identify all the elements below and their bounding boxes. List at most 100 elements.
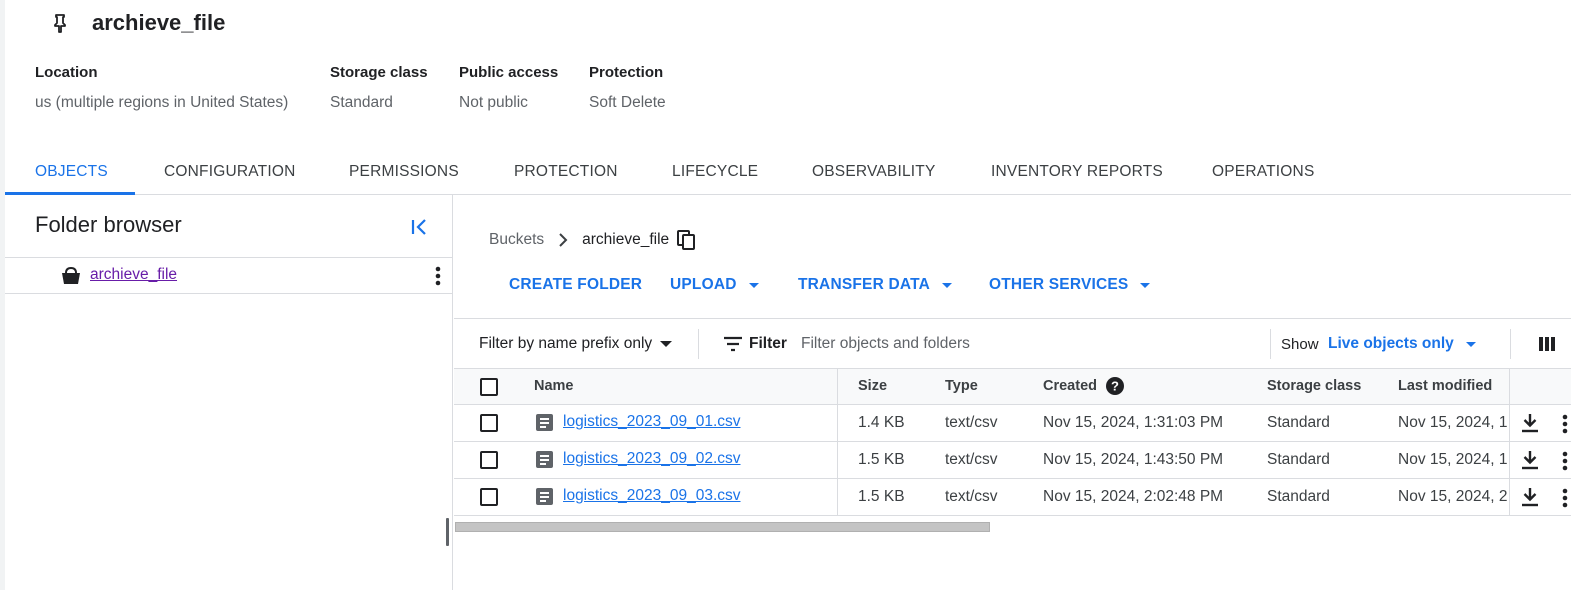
download-icon[interactable]: [1521, 450, 1539, 470]
more-vert-icon[interactable]: [1559, 487, 1571, 509]
object-size: 1.5 KB: [858, 451, 905, 468]
breadcrumb-buckets-link[interactable]: Buckets: [489, 231, 544, 249]
objects-main-panel: Buckets archieve_file CREATE FOLDER UPLO…: [454, 195, 1571, 590]
col-header-type[interactable]: Type: [945, 378, 978, 394]
transfer-data-label: TRANSFER DATA: [798, 276, 931, 293]
bucket-icon: [61, 266, 81, 286]
chevron-down-icon: [660, 341, 673, 347]
object-storage-class: Standard: [1267, 488, 1330, 505]
col-header-created[interactable]: Created: [1043, 378, 1097, 394]
chevron-right-icon: [556, 232, 570, 248]
object-created: Nov 15, 2024, 1:43:50 PM: [1043, 451, 1224, 468]
pin-icon[interactable]: [50, 11, 70, 35]
file-icon: [536, 414, 553, 431]
meta-protection: Protection Soft Delete: [589, 64, 666, 112]
column-divider: [837, 479, 838, 516]
column-display-icon[interactable]: [1538, 335, 1556, 353]
object-name-link[interactable]: logistics_2023_09_02.csv: [563, 450, 741, 468]
meta-location-label: Location: [35, 64, 98, 81]
row-checkbox[interactable]: [480, 488, 498, 506]
other-services-label: OTHER SERVICES: [989, 276, 1129, 293]
folder-browser-panel: Folder browser archieve_file: [5, 195, 453, 590]
copy-icon[interactable]: [677, 230, 696, 250]
table-row: logistics_2023_09_03.csv 1.5 KB text/csv…: [454, 479, 1571, 516]
column-divider[interactable]: [837, 369, 838, 406]
filter-mode-dropdown[interactable]: Filter by name prefix only: [479, 335, 673, 353]
meta-protection-label: Protection: [589, 64, 664, 81]
row-checkbox[interactable]: [480, 414, 498, 432]
object-name-link[interactable]: logistics_2023_09_01.csv: [563, 413, 741, 431]
panel-resize-handle[interactable]: [446, 518, 449, 546]
help-icon[interactable]: ?: [1106, 377, 1124, 395]
more-vert-icon[interactable]: [1559, 450, 1571, 472]
page-title: archieve_file: [92, 10, 226, 35]
col-header-size[interactable]: Size: [858, 378, 887, 394]
svg-text:?: ?: [1111, 379, 1119, 394]
upload-label: UPLOAD: [670, 276, 737, 293]
object-name-link[interactable]: logistics_2023_09_03.csv: [563, 487, 741, 505]
object-type: text/csv: [945, 451, 998, 468]
column-divider: [837, 442, 838, 479]
column-divider: [837, 405, 838, 442]
meta-storage-class-value: Standard: [330, 94, 393, 111]
tab-configuration[interactable]: CONFIGURATION: [164, 150, 295, 195]
transfer-data-button[interactable]: TRANSFER DATA: [798, 276, 953, 294]
tab-permissions[interactable]: PERMISSIONS: [349, 150, 459, 195]
file-icon: [536, 451, 553, 468]
col-header-storage-class[interactable]: Storage class: [1267, 378, 1361, 394]
tab-bar: OBJECTS CONFIGURATION PERMISSIONS PROTEC…: [5, 150, 1571, 195]
tab-protection[interactable]: PROTECTION: [514, 150, 618, 195]
tab-observability[interactable]: OBSERVABILITY: [812, 150, 936, 195]
meta-storage-class-label: Storage class: [330, 64, 428, 81]
table-row: logistics_2023_09_02.csv 1.5 KB text/csv…: [454, 442, 1571, 479]
divider: [1510, 329, 1511, 359]
title-row: archieve_file: [50, 8, 225, 38]
upload-button[interactable]: UPLOAD: [670, 276, 759, 294]
column-divider: [1509, 405, 1510, 442]
breadcrumb-current: archieve_file: [582, 231, 670, 248]
object-created: Nov 15, 2024, 1:31:03 PM: [1043, 414, 1224, 431]
tab-lifecycle[interactable]: LIFECYCLE: [672, 150, 758, 195]
file-icon: [536, 488, 553, 505]
object-size: 1.4 KB: [858, 414, 905, 431]
filter-icon: [723, 335, 743, 353]
row-checkbox[interactable]: [480, 451, 498, 469]
collapse-panel-icon[interactable]: [408, 215, 432, 239]
more-vert-icon[interactable]: [430, 265, 446, 287]
object-last-modified: Nov 15, 2024, 2: [1398, 488, 1508, 505]
filter-bar: Filter by name prefix only Filter Show L…: [454, 318, 1571, 368]
object-last-modified: Nov 15, 2024, 1: [1398, 414, 1508, 431]
tab-operations[interactable]: OPERATIONS: [1212, 150, 1314, 195]
create-folder-label: CREATE FOLDER: [509, 276, 643, 293]
show-objects-value: Live objects only: [1328, 335, 1454, 352]
tab-inventory-reports[interactable]: INVENTORY REPORTS: [991, 150, 1163, 195]
meta-storage-class: Storage class Standard: [330, 64, 428, 112]
filter-mode-label: Filter by name prefix only: [479, 335, 653, 352]
more-vert-icon[interactable]: [1559, 413, 1571, 435]
filter-label: Filter: [749, 335, 787, 352]
tab-objects[interactable]: OBJECTS: [35, 150, 108, 195]
filter-input[interactable]: [801, 331, 1261, 357]
folder-browser-title: Folder browser: [35, 212, 182, 237]
column-divider: [1509, 479, 1510, 516]
breadcrumb: Buckets archieve_file: [489, 230, 696, 250]
meta-protection-value: Soft Delete: [589, 94, 666, 111]
column-divider: [1509, 369, 1510, 406]
divider: [1270, 329, 1271, 359]
select-all-checkbox[interactable]: [480, 378, 498, 396]
download-icon[interactable]: [1521, 487, 1539, 507]
chevron-down-icon: [942, 282, 953, 288]
table-header-row: Name Size Type Created ? Storage class L…: [454, 368, 1571, 406]
download-icon[interactable]: [1521, 413, 1539, 433]
other-services-button[interactable]: OTHER SERVICES: [989, 276, 1151, 294]
object-type: text/csv: [945, 488, 998, 505]
col-header-name[interactable]: Name: [534, 378, 574, 394]
chevron-down-icon: [748, 282, 759, 288]
meta-location-value: us (multiple regions in United States): [35, 94, 289, 111]
folder-tree-bucket-link[interactable]: archieve_file: [90, 266, 177, 284]
folder-tree-item[interactable]: archieve_file: [5, 257, 453, 294]
horizontal-scrollbar[interactable]: [455, 522, 990, 532]
create-folder-button[interactable]: CREATE FOLDER: [509, 276, 642, 294]
col-header-last-modified[interactable]: Last modified: [1398, 378, 1492, 394]
show-objects-dropdown[interactable]: Live objects only: [1328, 335, 1476, 353]
